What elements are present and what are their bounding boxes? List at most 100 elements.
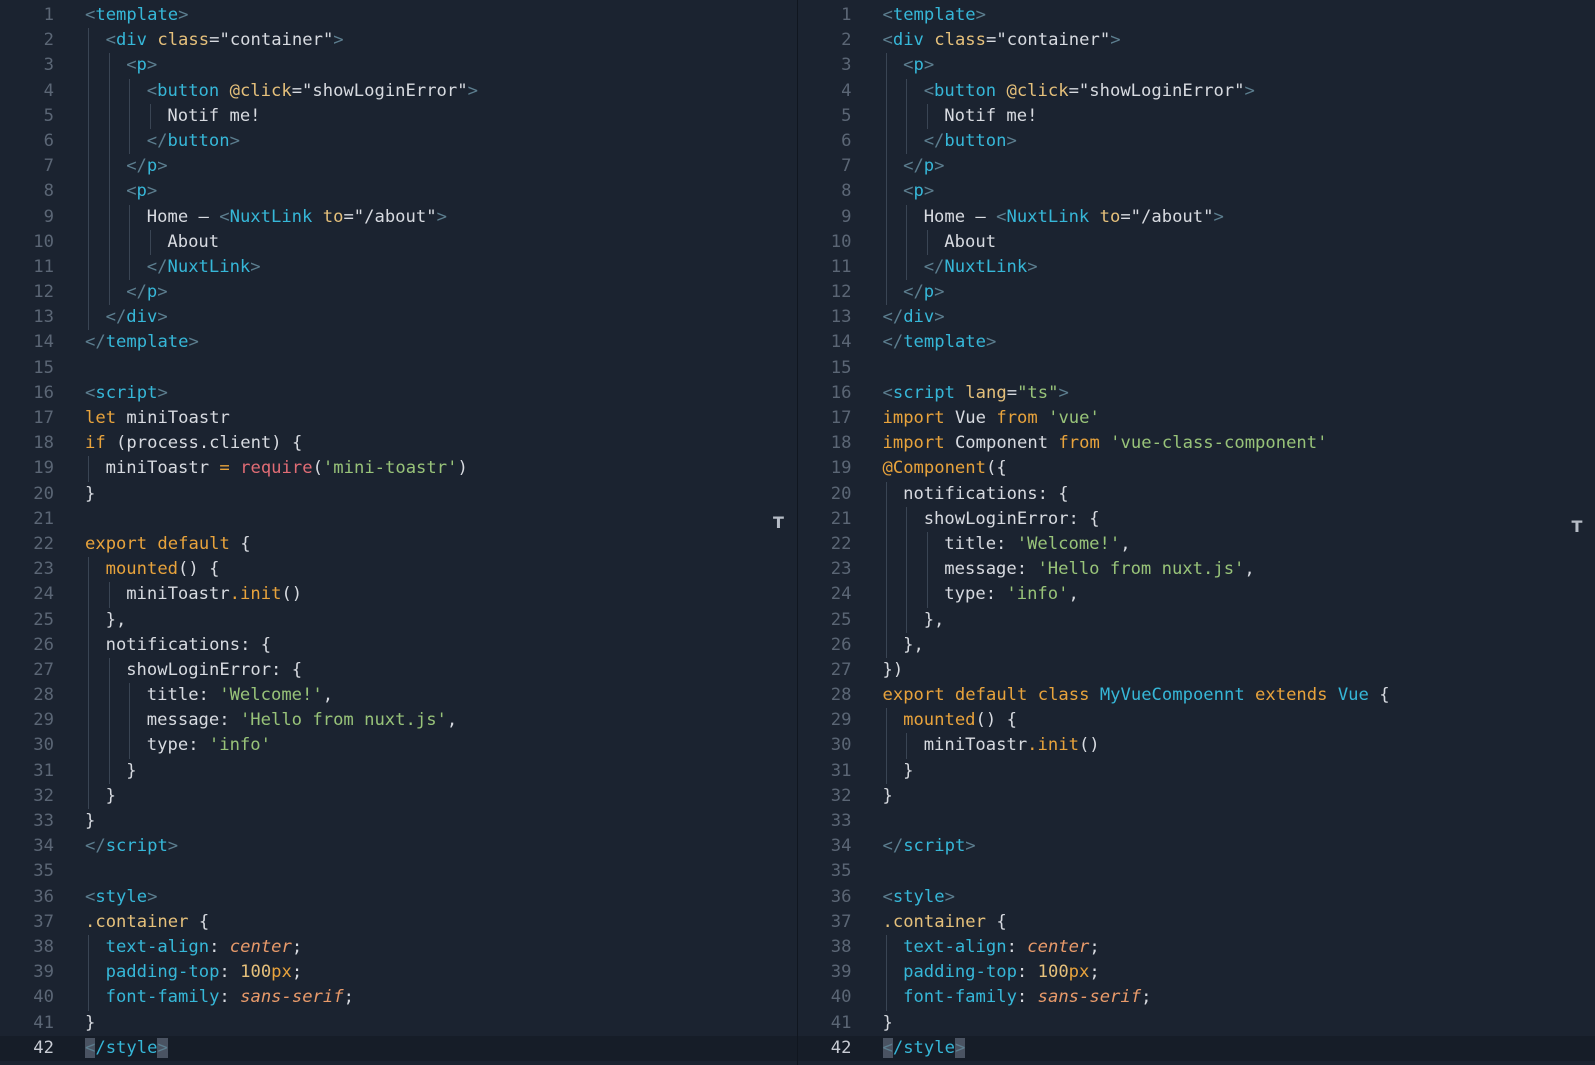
code-line[interactable]: 12 </p> <box>798 280 1595 306</box>
code-line[interactable]: 4 <button @click="showLoginError"> <box>0 78 797 104</box>
code-line[interactable]: 37 .container { <box>798 910 1595 935</box>
code-line[interactable]: 1 <template> <box>0 3 797 28</box>
code-line[interactable]: 31} <box>798 758 1595 784</box>
code-line[interactable]: 15 <box>0 356 797 381</box>
code-line[interactable]: 21 showLoginError: { <box>798 506 1595 532</box>
line-number: 18 <box>33 433 54 454</box>
code-line[interactable]: 36 <style> <box>798 885 1595 910</box>
code-line[interactable]: 38 text-align: center; <box>798 934 1595 961</box>
code-line[interactable]: 36 <style> <box>0 885 797 910</box>
code-line[interactable]: 24 miniToastr.init() <box>0 582 797 608</box>
code-line[interactable]: 11 </NuxtLink> <box>798 254 1595 281</box>
code-line[interactable]: 33 <box>798 809 1595 834</box>
code-line[interactable]: 27}) <box>798 658 1595 683</box>
code-line[interactable]: 10 About <box>798 229 1595 255</box>
code-line[interactable]: 22 title: 'Welcome!', <box>798 531 1595 558</box>
code-line[interactable]: 18 import Component from 'vue-class-compo… <box>798 431 1595 456</box>
code-line[interactable]: 19 miniToastr = require('mini-toastr') <box>0 456 797 482</box>
code-line[interactable]: 25}, <box>0 607 797 633</box>
code-line[interactable]: 1 <template> <box>798 3 1595 28</box>
code-line[interactable]: 39 padding-top: 100px; <box>0 960 797 986</box>
code-line[interactable]: 5 Notif me! <box>798 103 1595 129</box>
code-line[interactable]: 28 export default class MyVueCompoennt ex… <box>798 683 1595 708</box>
code-line[interactable]: 12 </p> <box>0 280 797 306</box>
code-line[interactable]: 7 </p> <box>798 154 1595 180</box>
code-line[interactable]: 41} <box>0 1011 797 1036</box>
code-line[interactable]: 4 <button @click="showLoginError"> <box>798 78 1595 104</box>
code-line[interactable]: 10 About <box>0 229 797 255</box>
code-line[interactable]: 35 <box>0 859 797 884</box>
code-line[interactable]: 34 </script> <box>798 834 1595 859</box>
code-line[interactable]: 21 <box>0 507 797 532</box>
code-line[interactable]: 11 </NuxtLink> <box>0 254 797 281</box>
code-line[interactable]: 40 font-family: sans-serif; <box>798 985 1595 1011</box>
code-line[interactable]: 6 </button> <box>798 128 1595 155</box>
code-line[interactable]: 3 <p> <box>0 53 797 79</box>
code-line[interactable]: 18 if (process.client) { <box>0 431 797 456</box>
code-line[interactable]: 39 padding-top: 100px; <box>798 960 1595 986</box>
code-token: message: <box>146 710 240 731</box>
code-line[interactable]: 8 <p> <box>798 179 1595 205</box>
code-line[interactable]: 9 Home – <NuxtLink to="/about"> <box>0 204 797 230</box>
code-line[interactable]: 6 </button> <box>0 128 797 155</box>
code-line[interactable]: 17 import Vue from 'vue' <box>798 406 1595 431</box>
editor-pane-right[interactable]: 1 <template> 2 <div class="container"> 3 <p> 4… <box>797 0 1595 1065</box>
code-line[interactable]: 26 notifications: { <box>0 632 797 658</box>
code-line[interactable]: 16 <script> <box>0 381 797 406</box>
indent-guide <box>129 254 131 281</box>
code-line[interactable]: 20} <box>0 482 797 507</box>
code-line[interactable]: 25}, <box>798 607 1595 633</box>
code-line[interactable]: 9 Home – <NuxtLink to="/about"> <box>798 204 1595 230</box>
code-line[interactable]: 31} <box>0 758 797 784</box>
code-line[interactable]: 24 type: 'info', <box>798 582 1595 608</box>
code-line[interactable]: 30 type: 'info' <box>0 733 797 759</box>
line-number: 7 <box>43 156 54 177</box>
code-line[interactable]: 13 </div> <box>798 305 1595 330</box>
code-line[interactable]: 42 </style> <box>797 1035 1595 1061</box>
code-line[interactable]: 17 let miniToastr <box>0 406 797 431</box>
code-line[interactable]: 14 </template> <box>0 330 797 355</box>
code-line[interactable]: 35 <box>798 859 1595 884</box>
code-area-left[interactable]: 1 <template> 2 <div class="container"> 3 <p> 4… <box>0 3 797 1061</box>
code-token: }, <box>105 609 127 630</box>
code-line[interactable]: 32} <box>798 784 1595 809</box>
code-token: > <box>167 836 179 857</box>
code-line[interactable]: 29 message: 'Hello from nuxt.js', <box>0 708 797 734</box>
code-token: > <box>934 307 945 328</box>
code-line[interactable]: 14 </template> <box>798 330 1595 355</box>
code-line[interactable]: 37 .container { <box>0 910 797 935</box>
code-line[interactable]: 32} <box>0 783 797 809</box>
code-line[interactable]: 30 miniToastr.init() <box>798 733 1595 759</box>
line-number: 16 <box>33 382 54 403</box>
code-line[interactable]: 7 </p> <box>0 154 797 180</box>
code-line[interactable]: 16 <script lang="ts"> <box>798 381 1595 406</box>
code-line[interactable]: 38 text-align: center; <box>0 934 797 961</box>
code-line[interactable]: 26}, <box>798 632 1595 658</box>
code-line[interactable]: 27 showLoginError: { <box>0 657 797 684</box>
code-line[interactable]: 42 </style> <box>0 1035 797 1061</box>
code-area-right[interactable]: 1 <template> 2 <div class="container"> 3 <p> 4… <box>797 3 1595 1061</box>
code-token: extends <box>1255 685 1338 706</box>
code-line[interactable]: 28 title: 'Welcome!', <box>0 683 797 709</box>
code-line[interactable]: 40 font-family: sans-serif; <box>0 985 797 1011</box>
indent-guide <box>88 934 89 961</box>
code-line[interactable]: 23 mounted() { <box>0 557 797 583</box>
code-line[interactable]: 5 Notif me! <box>0 103 797 129</box>
code-line[interactable]: 41} <box>798 1011 1595 1036</box>
code-line[interactable]: 23 message: 'Hello from nuxt.js', <box>798 557 1595 583</box>
code-line[interactable]: 22 export default { <box>0 532 797 557</box>
code-line[interactable]: 2 <div class="container"> <box>798 28 1595 53</box>
code-line[interactable]: 34 </script> <box>0 834 797 859</box>
code-line[interactable]: 13 </div> <box>0 305 797 331</box>
editor-pane-left[interactable]: 1 <template> 2 <div class="container"> 3 <p> 4… <box>0 0 797 1065</box>
code-line[interactable]: 19 @Component({ <box>798 456 1595 481</box>
code-line[interactable]: 20 notifications: { <box>798 481 1595 507</box>
line-number: 24 <box>33 584 54 605</box>
line-number: 28 <box>33 685 54 706</box>
code-line[interactable]: 15 <box>798 356 1595 381</box>
code-line[interactable]: 33} <box>0 809 797 834</box>
code-line[interactable]: 2 <div class="container"> <box>0 28 797 54</box>
code-line[interactable]: 8 <p> <box>0 179 797 205</box>
code-line[interactable]: 29 mounted() { <box>798 708 1595 734</box>
code-line[interactable]: 3 <p> <box>798 53 1595 79</box>
